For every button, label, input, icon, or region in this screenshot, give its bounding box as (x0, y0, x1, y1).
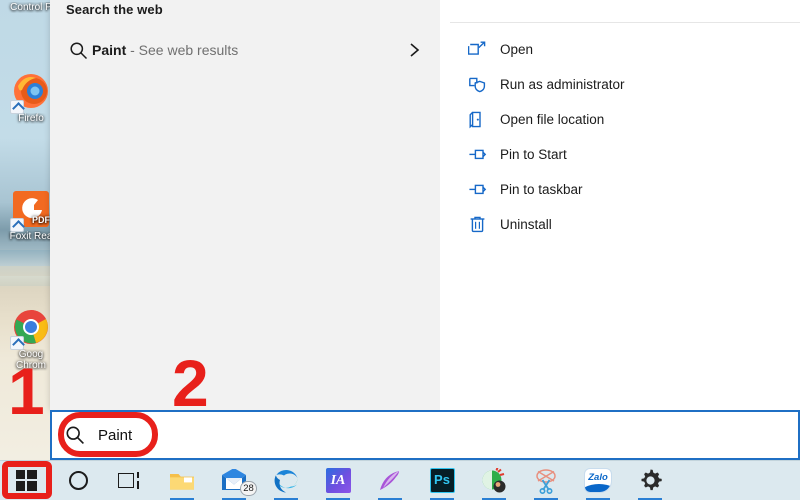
folder-icon (468, 110, 500, 129)
foxit-reader-icon: PDF (10, 191, 51, 232)
context-command-pane: Open Run as administrator Open file loca… (440, 0, 800, 410)
context-command-list: Open Run as administrator Open file loca… (440, 32, 800, 242)
command-label: Pin to taskbar (500, 182, 583, 197)
chrome-icon (10, 310, 50, 350)
cortana-button[interactable] (52, 461, 104, 500)
search-icon (64, 41, 92, 60)
mail-unread-badge: 28 (240, 480, 257, 496)
task-view-button[interactable] (104, 461, 156, 500)
taskbar-microsoft-edge[interactable] (260, 461, 312, 500)
command-pin-to-start[interactable]: Pin to Start (440, 137, 800, 172)
command-label: Pin to Start (500, 147, 567, 162)
taskbar-quill-app[interactable] (364, 461, 416, 500)
command-label: Open (500, 42, 534, 57)
shortcut-arrow-icon (10, 336, 24, 350)
command-label: Uninstall (500, 217, 552, 232)
pin-icon (468, 180, 500, 199)
ia-tile-icon: IA (325, 468, 351, 493)
command-run-as-administrator[interactable]: Run as administrator (440, 67, 800, 102)
search-results-pane: Search the web Paint - See web results (50, 0, 440, 410)
annotation-highlight-start-button (2, 461, 52, 499)
edge-icon (274, 469, 298, 493)
command-open-file-location[interactable]: Open file location (440, 102, 800, 137)
search-flyout-panel: Search the web Paint - See web results O… (50, 0, 800, 410)
task-view-icon (118, 471, 142, 490)
pane-divider (450, 22, 800, 23)
command-label: Open file location (500, 112, 605, 127)
folder-icon (170, 473, 194, 490)
taskbar-search-box[interactable]: Paint (50, 410, 800, 460)
green-circle-icon (482, 467, 505, 492)
firefox-icon (10, 74, 50, 114)
taskbar: 28 IA Ps Zalo (0, 460, 800, 500)
circle-icon (68, 471, 88, 490)
chevron-right-icon[interactable] (402, 42, 426, 58)
taskbar-snipping-tool[interactable] (520, 461, 572, 500)
shortcut-arrow-icon (10, 100, 24, 114)
search-result-item-paint[interactable]: Paint - See web results (56, 30, 434, 70)
feather-icon (380, 470, 399, 490)
command-open[interactable]: Open (440, 32, 800, 67)
taskbar-settings[interactable] (624, 461, 676, 500)
command-pin-to-taskbar[interactable]: Pin to taskbar (440, 172, 800, 207)
svg-text:PDF: PDF (32, 215, 50, 225)
search-result-suffix: - See web results (126, 42, 239, 58)
windows-desktop-screen: Control P Firefo PDF Foxit Rea Goog Chro… (0, 0, 800, 500)
taskbar-green-app[interactable] (468, 461, 520, 500)
search-result-text: Paint - See web results (92, 42, 402, 58)
zalo-icon: Zalo (584, 468, 612, 493)
trash-icon (468, 215, 500, 234)
shortcut-arrow-icon (10, 218, 24, 232)
annotation-highlight-search-box (58, 412, 158, 457)
taskbar-mail[interactable]: 28 (208, 461, 260, 500)
taskbar-photoshop[interactable]: Ps (416, 461, 468, 500)
section-header-search-the-web: Search the web (66, 2, 163, 17)
taskbar-zalo[interactable]: Zalo (572, 461, 624, 500)
open-window-icon (468, 40, 500, 59)
command-label: Run as administrator (500, 77, 625, 92)
taskbar-file-explorer[interactable] (156, 461, 208, 500)
search-result-term: Paint (92, 42, 127, 58)
annotation-step-2: 2 (172, 346, 209, 420)
gear-icon (641, 469, 662, 491)
taskbar-ia-app[interactable]: IA (312, 461, 364, 500)
shield-icon (468, 75, 500, 94)
scissors-icon (536, 468, 556, 494)
command-uninstall[interactable]: Uninstall (440, 207, 800, 242)
annotation-step-1: 1 (8, 354, 45, 428)
photoshop-icon: Ps (429, 468, 455, 493)
pin-icon (468, 145, 500, 164)
zalo-label: Zalo (588, 472, 608, 483)
